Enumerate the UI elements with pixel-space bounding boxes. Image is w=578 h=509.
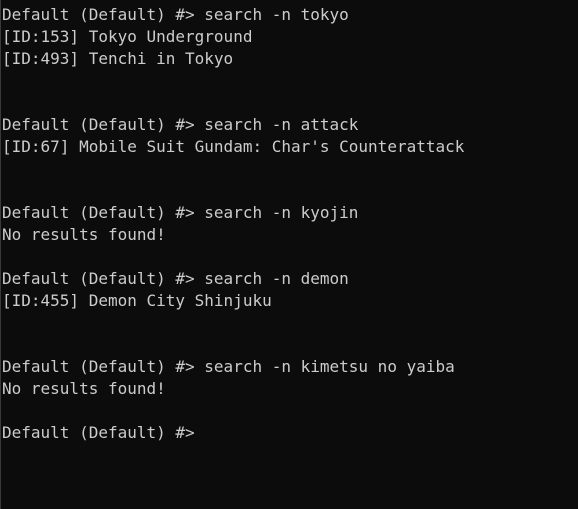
- output-line: [ID:153] Tokyo Underground: [2, 27, 253, 46]
- prompt-line: Default (Default) #> search -n attack: [2, 115, 359, 134]
- current-prompt[interactable]: Default (Default) #>: [2, 422, 195, 444]
- prompt-line: Default (Default) #> search -n demon: [2, 269, 349, 288]
- prompt-line: Default (Default) #> search -n kyojin: [2, 203, 359, 222]
- output-line: No results found!: [2, 379, 166, 398]
- prompt-line: Default (Default) #> search -n kimetsu n…: [2, 357, 455, 376]
- output-line: No results found!: [2, 225, 166, 244]
- prompt-line: Default (Default) #> search -n tokyo: [2, 5, 349, 24]
- output-line: [ID:67] Mobile Suit Gundam: Char's Count…: [2, 137, 465, 156]
- output-line: [ID:455] Demon City Shinjuku: [2, 291, 272, 310]
- terminal-window[interactable]: Default (Default) #> search -n tokyo [ID…: [0, 0, 578, 509]
- output-line: [ID:493] Tenchi in Tokyo: [2, 49, 234, 68]
